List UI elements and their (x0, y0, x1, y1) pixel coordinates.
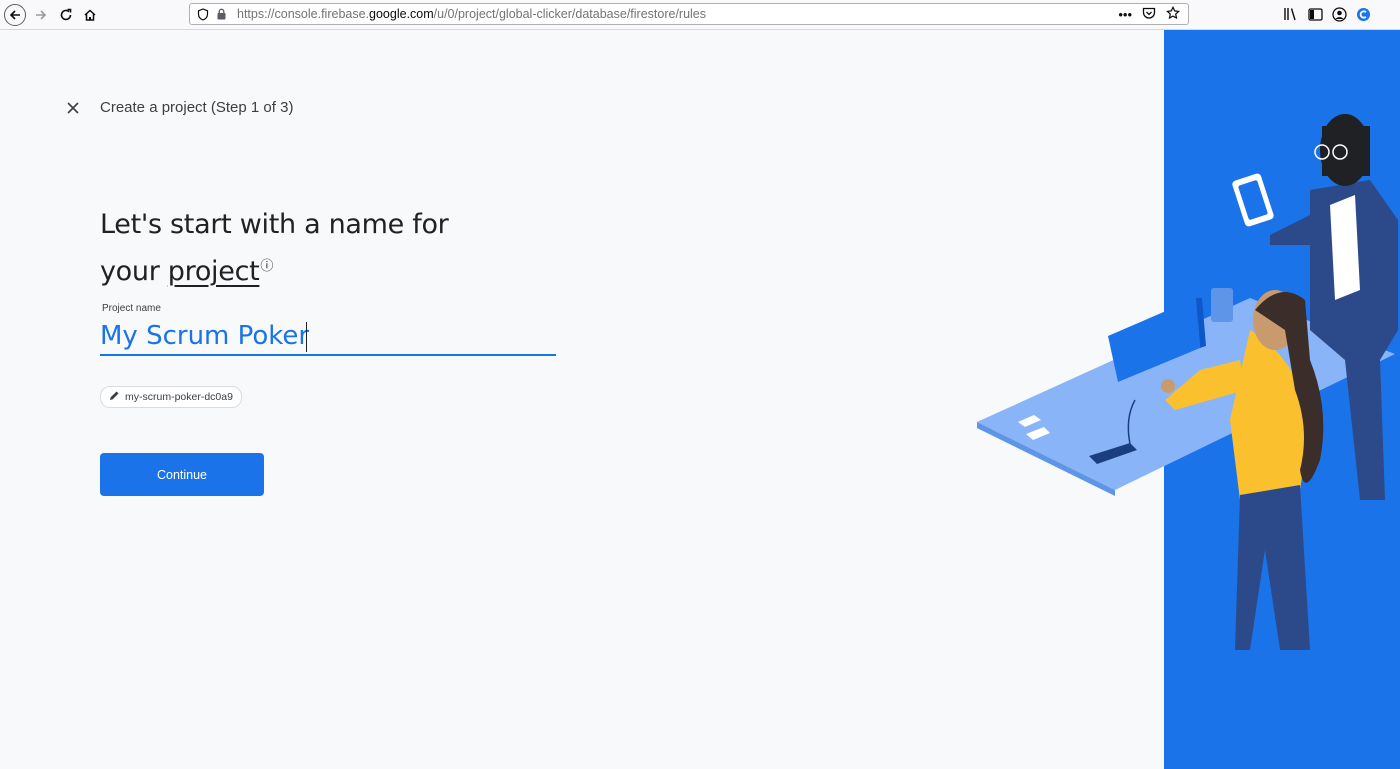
heading-line-2: your projectⓘ (100, 246, 520, 293)
close-icon[interactable] (62, 97, 84, 119)
shield-icon[interactable] (195, 6, 211, 22)
library-icon[interactable] (1282, 5, 1300, 23)
extension-icon[interactable] (1354, 5, 1372, 23)
project-id-text: my-scrum-poker-dc0a9 (125, 391, 233, 403)
sidebar-icon[interactable] (1306, 5, 1324, 23)
edit-pencil-icon (109, 390, 120, 404)
url-bar[interactable]: https://console.firebase.google.com/u/0/… (189, 3, 1189, 25)
bookmark-star-icon[interactable] (1166, 5, 1180, 23)
help-circle-icon[interactable]: ⓘ (260, 259, 273, 274)
home-icon[interactable] (79, 4, 101, 26)
url-domain: google.com (369, 7, 434, 21)
back-icon[interactable] (4, 4, 26, 26)
more-icon[interactable]: ••• (1118, 7, 1132, 22)
project-name-label: Project name (102, 303, 161, 314)
project-name-input[interactable] (100, 318, 556, 356)
pocket-icon[interactable] (1142, 7, 1156, 23)
text-caret (306, 322, 307, 352)
step-label: Create a project (Step 1 of 3) (100, 99, 294, 116)
browser-toolbar: https://console.firebase.google.com/u/0/… (0, 0, 1400, 30)
reload-icon[interactable] (55, 4, 77, 26)
forward-icon[interactable] (30, 4, 52, 26)
heading-line-1: Let's start with a name for (100, 209, 449, 240)
lock-icon[interactable] (213, 6, 229, 22)
illustration-panel (1164, 30, 1400, 769)
heading-prefix: your (100, 256, 168, 287)
account-icon[interactable] (1330, 5, 1348, 23)
project-link[interactable]: project (168, 256, 260, 287)
project-id-chip[interactable]: my-scrum-poker-dc0a9 (100, 386, 242, 408)
url-text: https://console.firebase.google.com/u/0/… (237, 7, 707, 21)
page-title: Let's start with a name for your project… (100, 204, 520, 293)
continue-button[interactable]: Continue (100, 453, 264, 496)
